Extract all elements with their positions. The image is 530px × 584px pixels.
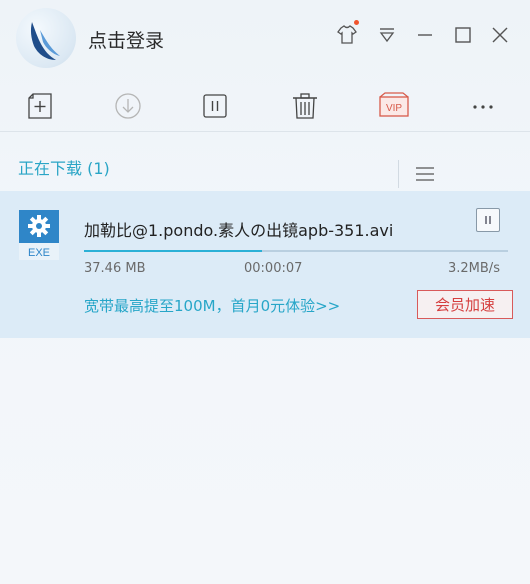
list-menu-icon[interactable] [414,164,436,184]
more-icon [473,105,493,109]
exe-file-icon: EXE [18,209,60,261]
pause-all-button[interactable] [197,88,233,124]
vip-button[interactable]: VIP [376,88,412,124]
vip-accelerate-button[interactable]: 会员加速 [417,290,513,319]
vip-icon: VIP [379,92,409,117]
delete-button[interactable] [287,88,323,124]
task-pause-button[interactable] [476,208,500,232]
elapsed-time: 00:00:07 [244,261,303,276]
add-icon [28,93,52,119]
progress-fill [84,250,263,252]
toolbar-divider [0,131,530,132]
file-name: 加勒比@1.pondo.素人の出镜apb-351.avi [84,221,394,240]
minimize-icon[interactable] [412,22,438,48]
file-size: 37.46 MB [84,261,146,276]
close-icon[interactable] [487,22,513,48]
maximize-icon[interactable] [450,22,476,48]
start-download-button[interactable] [110,88,146,124]
notification-dot [354,20,359,25]
bird-logo-icon [30,22,60,60]
header-separator [398,160,399,188]
more-button[interactable] [465,88,501,124]
new-task-button[interactable] [22,88,58,124]
dropdown-menu-icon[interactable] [374,22,400,48]
login-link[interactable]: 点击登录 [88,26,164,53]
progress-bar [84,250,508,252]
downloading-tab[interactable]: 正在下载 (1) [18,155,110,179]
user-avatar[interactable] [16,8,76,68]
download-speed: 3.2MB/s [448,261,500,276]
trash-icon [293,93,317,119]
svg-text:VIP: VIP [386,103,402,114]
svg-text:EXE: EXE [28,247,50,259]
pause-icon [203,94,227,118]
pause-icon [485,216,491,224]
skin-icon[interactable] [334,20,360,48]
download-icon [115,93,141,119]
bandwidth-promo-link[interactable]: 宽带最高提至100M，首月0元体验>> [84,295,340,316]
